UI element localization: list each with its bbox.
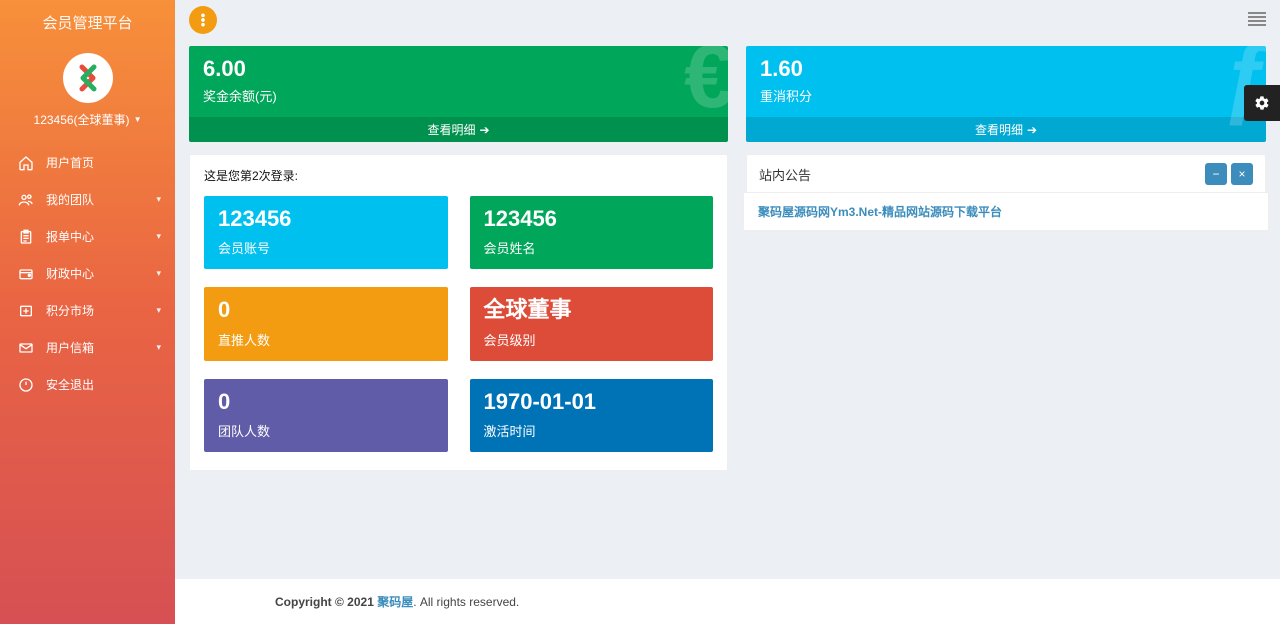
sidebar-item-wallet[interactable]: 财政中心 ▾ [0, 255, 175, 292]
sidebar-item-label: 我的团队 [46, 191, 94, 208]
chevron-down-icon: ▾ [156, 231, 161, 242]
sidebar-title: 会员管理平台 [0, 0, 175, 45]
sidebar-item-mail[interactable]: 用户信箱 ▾ [0, 329, 175, 366]
tile-label: 会员级别 [484, 330, 700, 349]
login-info-panel: 这是您第2次登录: 123456 会员账号 123456 会员姓名 0 直推人数 全球董事会… [189, 154, 728, 471]
chevron-down-icon: ▼ [134, 115, 142, 124]
footer: Copyright © 2021 聚码屋. All rights reserve… [175, 579, 1280, 624]
tile-value: 0 [218, 297, 434, 323]
sidebar-item-label: 安全退出 [46, 376, 94, 393]
announcement-link[interactable]: 聚码屋源码网Ym3.Net-精品网站源码下载平台 [758, 205, 1002, 219]
sidebar-nav: 用户首页我的团队 ▾ 报单中心 ▾ 财政中心 ▾ 积分市场 ▾ 用户信箱 ▾ 安全退出 [0, 144, 175, 403]
info-tile: 1970-01-01 激活时间 [470, 379, 714, 452]
info-tile: 123456 会员账号 [204, 196, 448, 269]
coins-icon [18, 303, 36, 319]
sidebar: 会员管理平台 123456(全球董事) ▼ 用户首页我的团队▾报单中心▾财政中心… [0, 0, 175, 624]
user-avatar [63, 53, 113, 103]
footer-link[interactable]: 聚码屋 [377, 595, 413, 609]
info-tile: 0 直推人数 [204, 287, 448, 360]
info-tile: 0 团队人数 [204, 379, 448, 452]
tile-label: 会员姓名 [484, 238, 700, 257]
home-icon [18, 155, 36, 171]
bonus-balance-card: 6.00 奖金余额(元) € 查看明细 ➔ [189, 46, 728, 142]
announcements-panel: 站内公告 − × 聚码屋源码网Ym3.Net-精品网站源码下载平台 [746, 154, 1266, 232]
chevron-down-icon: ▾ [156, 194, 161, 205]
user-panel: 123456(全球董事) ▼ [0, 45, 175, 144]
tile-value: 123456 [218, 206, 434, 232]
tile-label: 会员账号 [218, 238, 434, 257]
points-card: 1.60 重消积分 ƒ 查看明细 ➔ [746, 46, 1266, 142]
tile-label: 激活时间 [484, 421, 700, 440]
announcements-title: 站内公告 [759, 165, 811, 184]
sidebar-item-label: 用户首页 [46, 154, 94, 171]
settings-button[interactable] [1244, 85, 1280, 121]
sidebar-item-label: 用户信箱 [46, 339, 94, 356]
sidebar-item-label: 积分市场 [46, 302, 94, 319]
points-label: 重消积分 [760, 86, 1252, 105]
chevron-down-icon: ▾ [156, 305, 161, 316]
points-value: 1.60 [760, 56, 1252, 82]
sidebar-item-label: 财政中心 [46, 265, 94, 282]
tile-value: 1970-01-01 [484, 389, 700, 415]
list-view-icon[interactable] [1248, 12, 1266, 29]
bonus-label: 奖金余额(元) [203, 86, 714, 105]
tile-value: 全球董事 [484, 297, 700, 323]
collapse-button[interactable]: − [1205, 163, 1227, 185]
wallet-icon [18, 266, 36, 282]
mail-icon [18, 340, 36, 356]
user-label: 123456(全球董事) [34, 111, 130, 128]
arrow-right-icon: ➔ [1027, 123, 1037, 137]
tile-label: 直推人数 [218, 330, 434, 349]
user-dropdown[interactable]: 123456(全球董事) ▼ [34, 111, 142, 128]
users-icon [18, 192, 36, 208]
chevron-down-icon: ▾ [156, 268, 161, 279]
sidebar-item-power[interactable]: 安全退出 [0, 366, 175, 403]
info-tile: 全球董事会员级别 [470, 287, 714, 360]
bonus-detail-link[interactable]: 查看明细 ➔ [189, 117, 728, 142]
login-count-text: 这是您第2次登录: [204, 167, 713, 184]
topbar [175, 0, 1280, 40]
info-tiles: 123456 会员账号 123456 会员姓名 0 直推人数 全球董事会员级别 0 团队人数 19… [204, 196, 713, 452]
points-detail-link[interactable]: 查看明细 ➔ [746, 117, 1266, 142]
tile-label: 团队人数 [218, 421, 434, 440]
sidebar-item-clipboard[interactable]: 报单中心 ▾ [0, 218, 175, 255]
chevron-down-icon: ▾ [156, 342, 161, 353]
power-icon [18, 377, 36, 393]
sidebar-item-label: 报单中心 [46, 228, 94, 245]
arrow-right-icon: ➔ [479, 123, 489, 137]
info-tile: 123456 会员姓名 [470, 196, 714, 269]
bonus-value: 6.00 [203, 56, 714, 82]
close-button[interactable]: × [1231, 163, 1253, 185]
tile-value: 0 [218, 389, 434, 415]
tile-value: 123456 [484, 206, 700, 232]
sidebar-item-users[interactable]: 我的团队 ▾ [0, 181, 175, 218]
clipboard-icon [18, 229, 36, 245]
menu-toggle-button[interactable] [189, 6, 217, 34]
sidebar-item-coins[interactable]: 积分市场 ▾ [0, 292, 175, 329]
sidebar-item-home[interactable]: 用户首页 [0, 144, 175, 181]
